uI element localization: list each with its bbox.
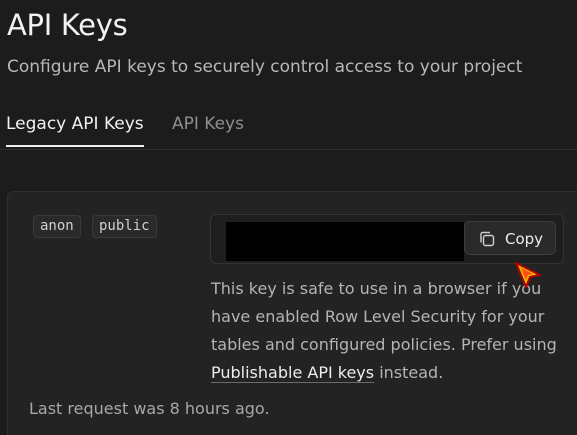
copy-button[interactable]: Copy	[464, 221, 556, 255]
copy-icon	[480, 231, 495, 247]
tab-api-keys[interactable]: API Keys	[172, 114, 244, 134]
badge-anon: anon	[33, 215, 81, 238]
mouse-cursor-icon	[515, 262, 541, 288]
badge-public: public	[92, 215, 157, 238]
page-subtitle: Configure API keys to securely control a…	[7, 57, 523, 77]
tab-bar: Legacy API Keys API Keys	[0, 106, 577, 150]
tab-legacy-api-keys[interactable]: Legacy API Keys	[6, 114, 144, 147]
copy-button-label: Copy	[505, 230, 544, 248]
last-request-status: Last request was 8 hours ago.	[29, 399, 270, 418]
api-keys-page: API Keys Configure API keys to securely …	[0, 0, 577, 435]
key-description-text: This key is safe to use in a browser if …	[211, 279, 557, 354]
page-title: API Keys	[7, 8, 128, 42]
api-key-value-redacted[interactable]	[226, 222, 464, 261]
key-description: This key is safe to use in a browser if …	[211, 275, 571, 387]
publishable-api-keys-link[interactable]: Publishable API keys	[211, 363, 375, 383]
key-description-suffix: instead.	[374, 363, 444, 382]
